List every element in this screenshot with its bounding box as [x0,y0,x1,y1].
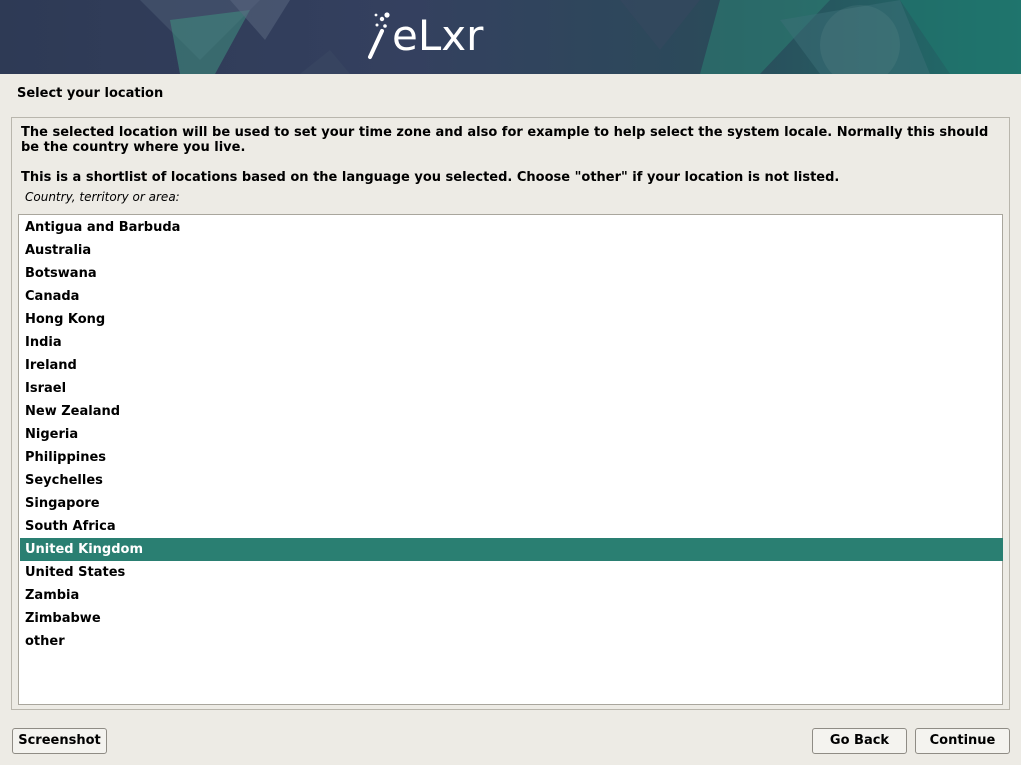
continue-button[interactable]: Continue [915,728,1010,754]
list-item[interactable]: Zimbabwe [20,607,1003,630]
list-item[interactable]: Nigeria [20,423,1003,446]
list-item[interactable]: Botswana [20,262,1003,285]
list-item[interactable]: Israel [20,377,1003,400]
country-listbox[interactable]: Antigua and Barbuda Australia Botswana C… [18,214,1003,705]
list-item[interactable]: Seychelles [20,469,1003,492]
list-item[interactable]: South Africa [20,515,1003,538]
list-item[interactable]: Singapore [20,492,1003,515]
list-item[interactable]: Hong Kong [20,308,1003,331]
list-item[interactable]: Australia [20,239,1003,262]
test-tube-icon [368,12,390,59]
list-item-selected[interactable]: United Kingdom [20,538,1003,561]
screenshot-button[interactable]: Screenshot [12,728,107,754]
description-shortlist: This is a shortlist of locations based o… [21,170,840,185]
list-item[interactable]: Antigua and Barbuda [20,216,1003,239]
list-item[interactable]: other [20,630,1003,653]
list-item[interactable]: Canada [20,285,1003,308]
page-title: Select your location [17,86,164,101]
list-item[interactable]: India [20,331,1003,354]
banner-background-art [140,0,1021,74]
elxr-logo: eLxr [366,8,483,64]
list-item[interactable]: United States [20,561,1003,584]
go-back-button[interactable]: Go Back [812,728,907,754]
list-item[interactable]: Zambia [20,584,1003,607]
description-time-zone: The selected location will be used to se… [21,125,989,155]
list-item[interactable]: New Zealand [20,400,1003,423]
country-field-label: Country, territory or area: [25,190,180,204]
header-banner: eLxr [0,0,1021,74]
list-item[interactable]: Ireland [20,354,1003,377]
brand-name: eLxr [392,11,484,60]
list-item[interactable]: Philippines [20,446,1003,469]
